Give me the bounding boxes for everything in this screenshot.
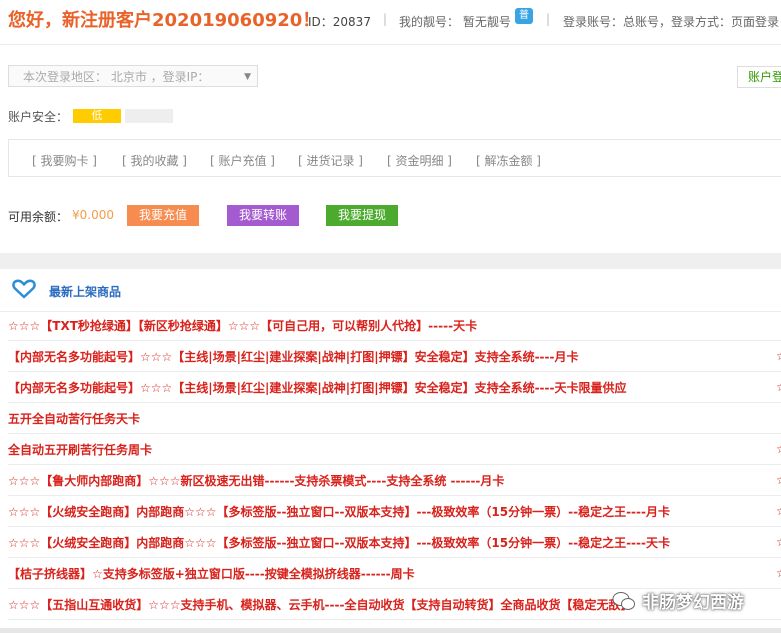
footer-divider [0,628,781,633]
product-item[interactable]: ☆☆☆【火绒安全跑商】内部跑商☆☆☆【多标签版--独立窗口--双版本支持】---… [8,497,781,527]
withdraw-button[interactable]: 我要提现 [326,205,398,226]
security-level-empty [125,109,173,123]
product-item[interactable]: ☆☆☆【火绒安全跑商】内部跑商☆☆☆【多标签版--独立窗口--双版本支持】---… [8,528,781,558]
product-item[interactable]: 【内部无名多功能起号】☆☆☆【主线|场景|红尘|建业探案|战神|打图|押镖】安全… [8,342,781,372]
login-region-select[interactable]: 本次登录地区： 北京市 ，登录IP： ▼ [8,65,258,87]
heart-icon [12,279,36,299]
right-star-mark: ☆ [776,566,781,580]
link-favorites[interactable]: [ 我的收藏 ] [122,152,187,169]
newest-products-title: 最新上架商品 [49,285,122,299]
link-unfreeze[interactable]: [ 解冻金额 ] [476,152,541,169]
transfer-button[interactable]: 我要转账 [227,205,299,226]
chevron-down-icon: ▼ [244,72,251,82]
right-star-mark: ☆ [776,473,781,487]
user-id: ID：20837 [308,15,371,29]
quick-links-bar: [ 我要购卡 ] [ 我的收藏 ] [ 账户充值 ] [ 进货记录 ] [ 资金… [8,139,781,177]
login-region-text: 本次登录地区： 北京市 ，登录IP： [23,70,210,84]
balance-value: ¥0.000 [72,208,114,222]
balance-label: 可用余额： [8,210,69,224]
link-buy-card[interactable]: [ 我要购卡 ] [32,152,97,169]
wechat-icon [612,592,635,610]
header-separator: | [546,12,551,26]
right-star-mark: ☆ [776,380,781,394]
header-bar: 您好，新注册客户202019060920！ ID：20837 | 我的靓号： 暂… [0,0,781,44]
product-item[interactable]: 【桔子挤线器】☆支持多标签版+独立窗口版----按键全模拟挤线器------周卡 [8,559,781,589]
newest-products-header: 最新上架商品 [0,269,781,312]
greeting-title: 您好，新注册客户202019060920！ [8,10,321,31]
nickname-badge[interactable]: 普 [515,8,533,24]
product-item[interactable]: ☆☆☆【鲁大师内部跑商】☆☆☆新区极速无出错------支持杀票模式----支持… [8,466,781,496]
security-level-badge: 低 [73,109,121,123]
header-separator: | [383,12,388,26]
right-star-mark: ☆ [776,504,781,518]
product-item[interactable]: ☆☆☆【TXT秒抢绿通】【新区秒抢绿通】☆☆☆【可自己用，可以帮别人代抢】---… [8,311,781,341]
login-info: 登录账号：总账号，登录方式：页面登录 [563,15,780,29]
section-divider [0,253,781,269]
recharge-button[interactable]: 我要充值 [127,205,199,226]
account-login-button[interactable]: 账户登录 [737,66,781,88]
link-funds-detail[interactable]: [ 资金明细 ] [387,152,452,169]
watermark-text: 非肠梦幻西游 [642,593,744,613]
product-item[interactable]: 全自动五开刷苦行任务周卡 [8,435,781,465]
security-label: 账户安全： [8,110,69,124]
product-item[interactable]: 五开全自动苦行任务天卡 [8,404,781,434]
right-star-mark: ☆ [776,442,781,456]
link-recharge[interactable]: [ 账户充值 ] [210,152,275,169]
header-divider [0,44,781,45]
link-purchase-records[interactable]: [ 进货记录 ] [298,152,363,169]
nickname-label: 我的靓号： 暂无靓号 [399,15,511,29]
product-item[interactable]: 【内部无名多功能起号】☆☆☆【主线|场景|红尘|建业探案|战神|打图|押镖】安全… [8,373,781,403]
right-star-mark: ☆ [776,535,781,549]
right-star-mark: ☆ [776,349,781,363]
